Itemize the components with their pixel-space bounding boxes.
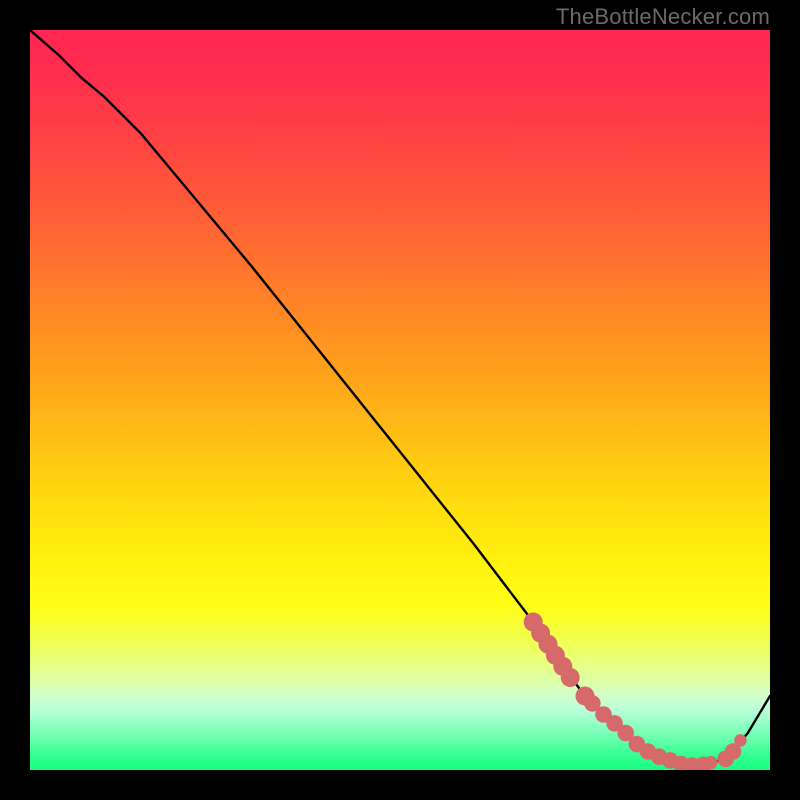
- watermark-text: TheBottleNecker.com: [556, 4, 770, 30]
- curve-line: [30, 30, 770, 766]
- chart-frame: TheBottleNecker.com: [0, 0, 800, 800]
- curve-markers: [524, 612, 747, 770]
- chart-plot-area: [30, 30, 770, 770]
- data-marker: [734, 734, 747, 747]
- data-marker: [561, 668, 580, 687]
- data-marker: [704, 756, 717, 769]
- chart-svg: [30, 30, 770, 770]
